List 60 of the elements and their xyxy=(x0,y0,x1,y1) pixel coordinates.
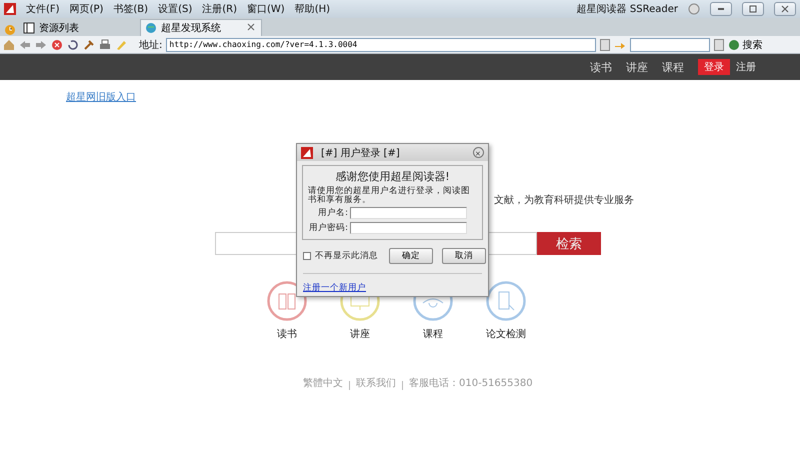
feature-label[interactable]: 读书 xyxy=(277,327,297,341)
tagline: 文献，为教育科研提供专业服务 xyxy=(494,194,634,207)
menu-item[interactable]: 窗口(W) xyxy=(247,2,285,16)
tools-icon[interactable] xyxy=(83,38,95,50)
tab[interactable]: 超星发现系统 xyxy=(140,19,262,36)
checkbox-label: 不再显示此消息 xyxy=(315,250,378,262)
register-link[interactable]: 注册 xyxy=(736,60,756,74)
register-link[interactable]: 注册一个新用户 xyxy=(303,282,366,294)
forward-arrow-icon[interactable] xyxy=(35,38,47,50)
dialog-button[interactable]: 确定 xyxy=(389,248,433,264)
tab[interactable]: 资源列表 xyxy=(18,19,138,36)
clock-icon[interactable] xyxy=(4,24,16,36)
dialog-title: [#] 用户登录 [#] xyxy=(321,146,400,160)
maximize-icon xyxy=(747,3,759,15)
menu-item[interactable]: 网页(P) xyxy=(70,2,104,16)
feature-label[interactable]: 讲座 xyxy=(350,327,370,341)
close-button[interactable] xyxy=(774,2,796,16)
logo-icon xyxy=(301,146,313,158)
search-button[interactable]: 检索 xyxy=(537,232,601,255)
menu-item[interactable]: 注册(R) xyxy=(202,2,237,16)
logo-icon xyxy=(4,3,16,15)
menu-item[interactable]: 文件(F) xyxy=(26,2,60,16)
document-search-icon[interactable] xyxy=(486,281,526,321)
checkbox[interactable] xyxy=(303,252,311,260)
close-icon xyxy=(779,3,791,15)
menu-item[interactable]: 书签(B) xyxy=(113,2,148,16)
dialog-heading: 感谢您使用超星阅读器! xyxy=(334,169,451,184)
field-label: 用户名: xyxy=(318,207,348,219)
search-field[interactable] xyxy=(630,38,710,52)
input-field[interactable] xyxy=(350,222,467,234)
home-icon[interactable] xyxy=(3,38,15,50)
old-version-link[interactable]: 超星网旧版入口 xyxy=(66,90,136,104)
print-icon[interactable] xyxy=(99,38,111,50)
refresh-icon[interactable] xyxy=(67,38,79,50)
menu-item[interactable]: 设置(S) xyxy=(158,2,192,16)
stop-icon[interactable] xyxy=(51,38,63,50)
feature-label[interactable]: 课程 xyxy=(423,327,443,341)
feature-label[interactable]: 论文检测 xyxy=(486,327,526,341)
close-icon[interactable] xyxy=(245,20,257,32)
list-icon xyxy=(23,22,35,34)
nav-link[interactable]: 课程 xyxy=(662,60,684,74)
dialog-button[interactable]: 取消 xyxy=(442,248,486,264)
login-button[interactable]: 登录 xyxy=(698,59,730,75)
input-field[interactable] xyxy=(350,207,467,219)
maximize-button[interactable] xyxy=(742,2,764,16)
dropdown-button[interactable] xyxy=(714,38,724,50)
address-field[interactable]: http://www.chaoxing.com/?ver=4.1.3.0004 xyxy=(166,38,596,52)
app-title: 超星阅读器 SSReader xyxy=(576,2,678,16)
nav-link[interactable]: 讲座 xyxy=(626,60,648,74)
search-button[interactable]: 搜索 xyxy=(728,38,762,52)
dialog-message: 请使用您的超星用户名进行登录，阅读图书和享有服务。 xyxy=(308,187,471,204)
menu-item[interactable]: 帮助(H) xyxy=(294,2,330,16)
address-label: 地址: xyxy=(139,38,162,52)
nav-link[interactable]: 读书 xyxy=(590,60,612,74)
field-label: 用户密码: xyxy=(309,222,348,234)
close-button[interactable] xyxy=(473,147,484,158)
minimize-icon xyxy=(718,8,724,10)
dropdown-button[interactable] xyxy=(600,38,610,50)
minimize-button[interactable] xyxy=(710,2,732,16)
back-arrow-icon[interactable] xyxy=(19,38,31,50)
